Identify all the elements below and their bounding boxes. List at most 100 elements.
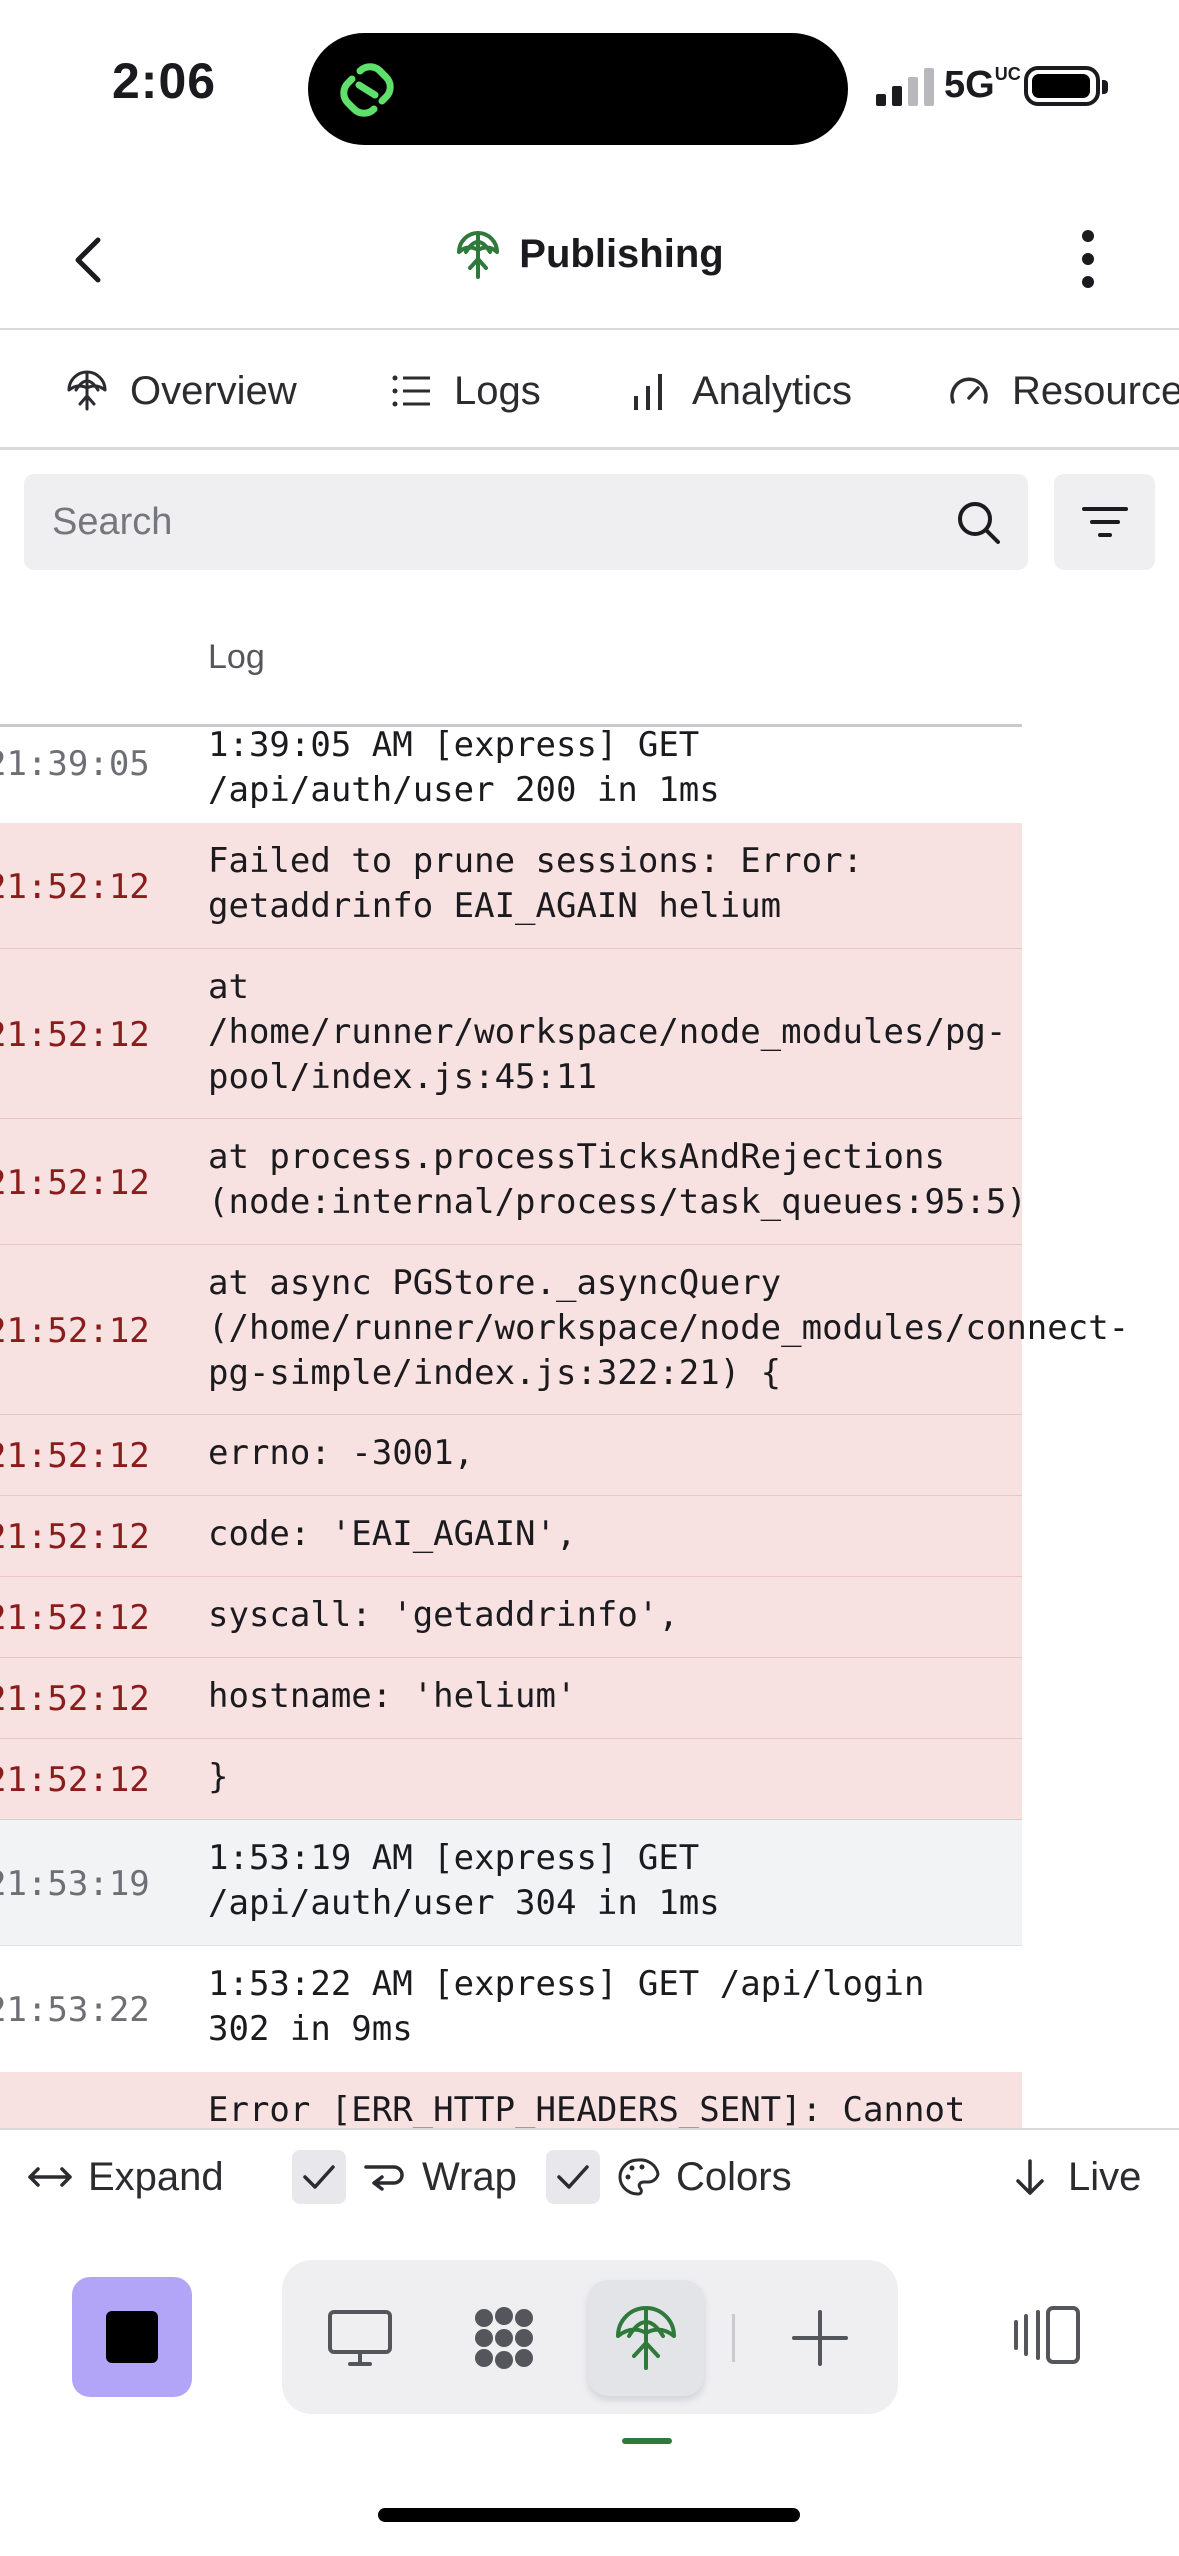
dock-publishing-button[interactable] [588, 2280, 704, 2396]
log-column-header: Log [208, 638, 265, 676]
log-message: syscall: 'getaddrinfo', [208, 1595, 679, 1635]
tab-bar: Overview Logs Analytics Resources [0, 332, 1179, 450]
colors-checkbox[interactable] [546, 2150, 600, 2204]
monitor-icon [328, 2310, 392, 2366]
active-tab-indicator [622, 2438, 672, 2444]
log-row[interactable]: 21:52:12 hostname: 'helium' [0, 1658, 1022, 1739]
log-message: 1:53:19 AM [express] GET /api/auth/user … [208, 1838, 720, 1923]
dock-separator [732, 2314, 735, 2362]
dock-apps-button[interactable] [446, 2280, 562, 2396]
log-message: 1:39:05 AM [express] GET /api/auth/user … [208, 727, 720, 810]
log-list[interactable]: 21:39:05 1:39:05 AM [express] GET /api/a… [0, 727, 1179, 2129]
log-row[interactable]: 21:52:12 syscall: 'getaddrinfo', [0, 1577, 1022, 1658]
status-time: 2:06 [112, 53, 217, 109]
side-panel-icon[interactable] [1012, 2304, 1082, 2366]
expand-toggle[interactable]: Expand [26, 2130, 224, 2224]
log-row[interactable]: 21:52:12 at async PGStore._asyncQuery (/… [0, 1245, 1129, 1415]
log-message: at async PGStore._asyncQuery (/home/runn… [208, 1263, 1130, 1393]
log-timestamp: 21:53:22 [0, 1990, 150, 2030]
colors-toggle[interactable]: Colors [546, 2130, 792, 2224]
arrow-down-icon [1016, 2159, 1044, 2195]
deployment-icon [616, 2306, 676, 2370]
live-label: Live [1068, 2154, 1142, 2199]
log-row[interactable]: 21:39:05 1:39:05 AM [express] GET /api/a… [0, 727, 1022, 823]
bar-chart-icon [634, 374, 662, 410]
log-row[interactable]: 21:53:22 1:53:22 AM [express] GET /api/l… [0, 1946, 1022, 2072]
tab-analytics-label: Analytics [692, 368, 853, 413]
filter-button[interactable] [1054, 474, 1155, 570]
log-timestamp: 21:52:12 [0, 867, 150, 907]
log-timestamp: 21:52:12 [0, 1598, 150, 1638]
log-timestamp: 21:52:12 [0, 1311, 150, 1351]
gauge-icon [950, 377, 988, 404]
log-row[interactable]: 21:52:12 } [0, 1739, 1022, 1820]
palette-icon [618, 2158, 660, 2196]
log-timestamp: 21:53:19 [0, 1864, 150, 1904]
battery-icon [1024, 66, 1108, 106]
tab-overview-label: Overview [130, 368, 297, 413]
log-row[interactable]: 21:52:12 errno: -3001, [0, 1415, 1022, 1496]
log-row[interactable]: Error [ERR_HTTP_HEADERS_SENT]: Cannot [0, 2072, 1022, 2129]
log-timestamp: 21:52:12 [0, 1163, 150, 1203]
tab-analytics[interactable]: Analytics [628, 332, 853, 447]
bottom-dock [0, 2222, 1179, 2556]
wrap-icon [364, 2165, 404, 2191]
tab-logs[interactable]: Logs [390, 332, 541, 447]
network-type: 5GUC [944, 64, 1021, 107]
apps-grid-icon [475, 2307, 533, 2369]
log-timestamp: 21:39:05 [0, 744, 150, 784]
checkmark-icon [557, 2165, 589, 2189]
log-row[interactable]: 21:52:12 Failed to prune sessions: Error… [0, 823, 1022, 949]
log-message: Failed to prune sessions: Error: getaddr… [208, 841, 864, 926]
wrap-checkbox[interactable] [292, 2150, 346, 2204]
wrap-label: Wrap [422, 2154, 517, 2199]
search-field[interactable] [24, 474, 1028, 570]
link-logo-icon [340, 63, 394, 117]
log-row[interactable]: 21:52:12 at process.processTicksAndRejec… [0, 1119, 1027, 1245]
log-timestamp: 21:52:12 [0, 1015, 150, 1055]
app-header: Publishing [0, 190, 1179, 330]
log-timestamp: 21:52:12 [0, 1436, 150, 1476]
status-bar: 2:06 5GUC [0, 0, 1179, 170]
more-options-icon[interactable] [1060, 224, 1116, 294]
log-timestamp: 21:52:12 [0, 1517, 150, 1557]
log-timestamp: 21:52:12 [0, 1679, 150, 1719]
dynamic-island [308, 33, 848, 145]
deployment-icon [457, 231, 500, 279]
stop-button[interactable] [72, 2277, 192, 2397]
log-message: hostname: 'helium' [208, 1676, 577, 1716]
colors-label: Colors [676, 2154, 792, 2199]
dock-preview-button[interactable] [302, 2280, 418, 2396]
log-message: Error [ERR_HTTP_HEADERS_SENT]: Cannot [208, 2090, 966, 2129]
dock-add-button[interactable] [762, 2280, 878, 2396]
header-title-wrap: Publishing [0, 228, 1179, 285]
log-message: errno: -3001, [208, 1433, 475, 1473]
log-row[interactable]: 21:52:12 code: 'EAI_AGAIN', [0, 1496, 1022, 1577]
home-indicator[interactable] [378, 2508, 800, 2522]
wrap-toggle[interactable]: Wrap [292, 2130, 517, 2224]
network-label: 5G [944, 64, 995, 106]
log-message: at process.processTicksAndRejections (no… [208, 1137, 1027, 1222]
tab-resources[interactable]: Resources [948, 332, 1179, 447]
page-title-text: Publishing [519, 231, 724, 276]
tab-resources-label: Resources [1012, 368, 1179, 413]
log-row[interactable]: 21:52:12 at /home/runner/workspace/node_… [0, 949, 1022, 1119]
filter-icon [1082, 507, 1128, 537]
log-message: } [208, 1757, 229, 1797]
live-toggle[interactable]: Live [1006, 2130, 1141, 2224]
tab-overview[interactable]: Overview [66, 332, 297, 447]
page-title: Publishing [455, 228, 724, 280]
expand-label: Expand [88, 2154, 224, 2199]
search-icon[interactable] [956, 500, 1002, 546]
cell-signal-icon [876, 68, 934, 106]
log-message: at /home/runner/workspace/node_modules/p… [208, 967, 1007, 1097]
log-row-highlighted[interactable]: 21:53:19 1:53:19 AM [express] GET /api/a… [0, 1820, 1022, 1946]
tab-logs-label: Logs [454, 368, 541, 413]
expand-arrows-icon [28, 2167, 72, 2187]
log-message: code: 'EAI_AGAIN', [208, 1514, 577, 1554]
checkmark-icon [303, 2165, 335, 2189]
deployment-icon [67, 370, 107, 411]
log-timestamp: 21:52:12 [0, 1760, 150, 1800]
dock-pill [282, 2260, 898, 2414]
search-input[interactable] [50, 474, 950, 570]
